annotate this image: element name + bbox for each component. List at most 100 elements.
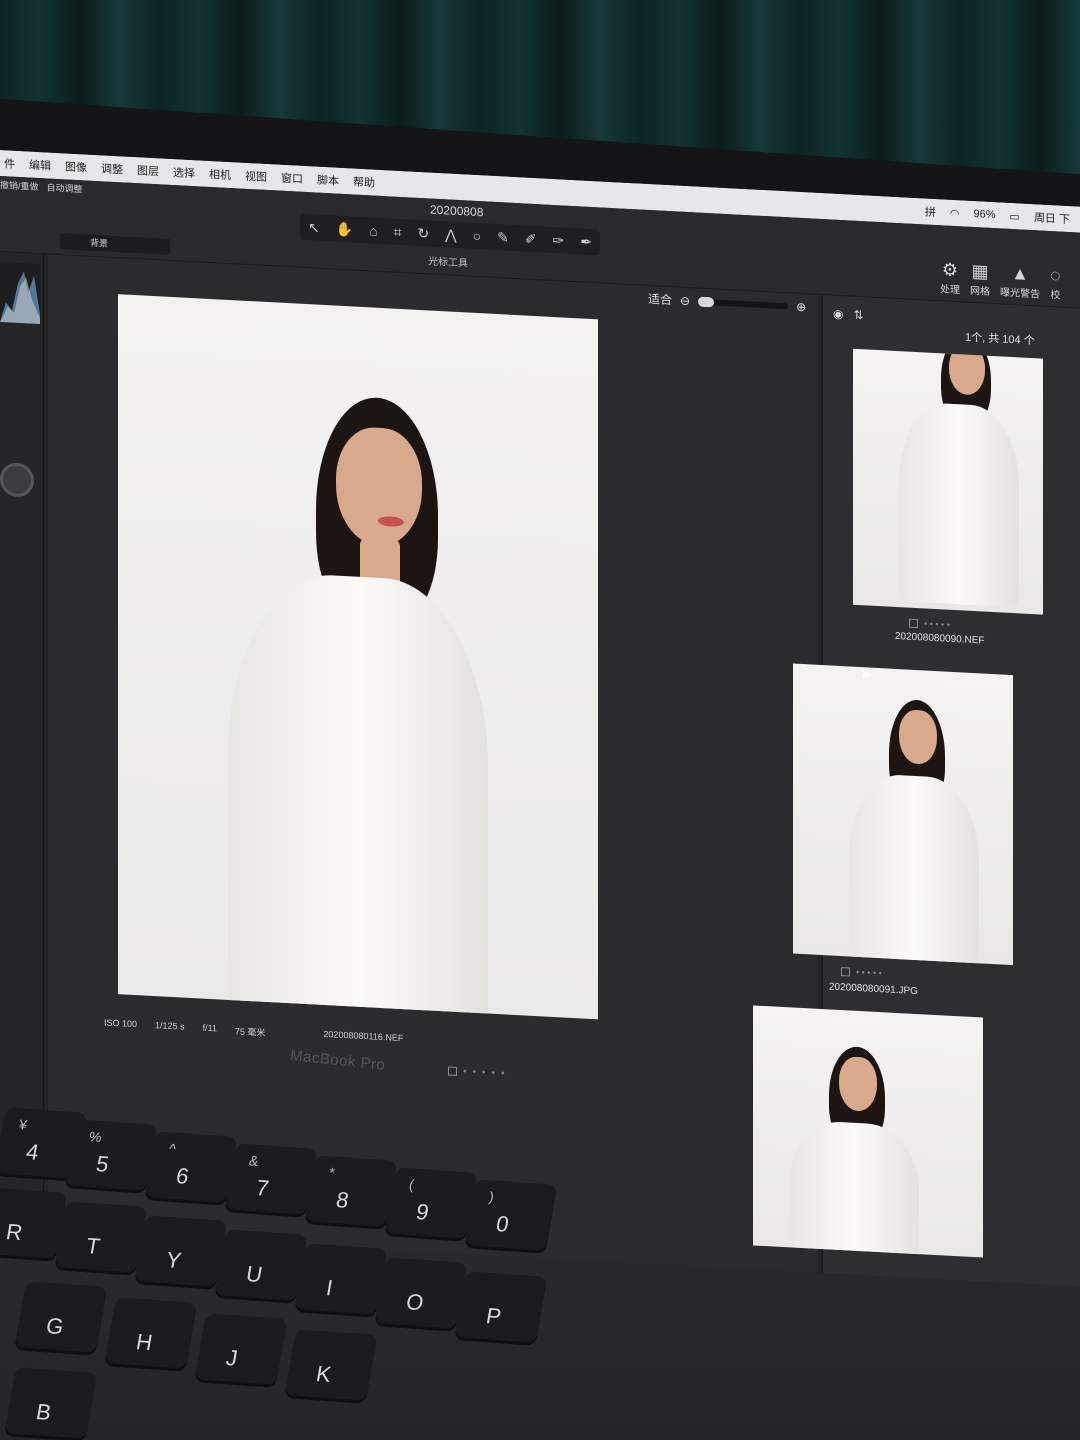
key-0[interactable]: ) 0 xyxy=(464,1179,558,1251)
rotate-tool-icon[interactable]: ↻ xyxy=(417,224,429,242)
proof-button[interactable]: ◌ 校 xyxy=(1050,265,1061,302)
crop-tool-icon[interactable]: ⌗ xyxy=(394,223,402,240)
pan-tool-icon[interactable]: ✋ xyxy=(336,220,353,238)
zoom-fit-label[interactable]: 适合 xyxy=(648,290,672,308)
key-6-sym: ^ xyxy=(167,1140,178,1157)
layer-select[interactable]: 背景 xyxy=(60,233,170,255)
proof-label: 校 xyxy=(1050,290,1061,302)
star-2[interactable]: • xyxy=(473,1067,477,1078)
key-9-sym: ( xyxy=(407,1176,416,1193)
key-7[interactable]: & 7 xyxy=(224,1143,318,1215)
picker-tool-icon[interactable]: ✎ xyxy=(497,229,509,247)
portrait-figure xyxy=(208,389,508,1020)
wifi-icon[interactable]: ◠ xyxy=(950,206,960,220)
menu-view[interactable]: 视图 xyxy=(245,168,267,185)
image-metadata: ISO 100 1/125 s f/11 75 毫米 202008080116.… xyxy=(104,1017,403,1046)
key-5[interactable]: % 5 xyxy=(64,1119,158,1191)
thumbnail-1[interactable] xyxy=(853,348,1043,615)
adjustment-dial[interactable] xyxy=(0,462,34,498)
key-y-main: Y xyxy=(164,1247,184,1274)
pointer-tool-icon[interactable]: ↖ xyxy=(308,219,320,237)
status-area: 拼 ◠ 96% ▭ 周日 下 xyxy=(925,203,1080,227)
key-o[interactable]: O xyxy=(374,1257,468,1329)
menu-script[interactable]: 脚本 xyxy=(317,172,339,189)
key-r-main: R xyxy=(4,1219,25,1246)
battery-icon[interactable]: ▭ xyxy=(1010,209,1020,223)
key-t[interactable]: T xyxy=(54,1201,148,1273)
menu-edit[interactable]: 编辑 xyxy=(29,157,51,174)
exposure-warning-label: 曝光警告 xyxy=(1000,287,1040,301)
focal-length-value: 75 毫米 xyxy=(234,1026,266,1038)
key-h[interactable]: H xyxy=(104,1297,198,1369)
menu-adjust[interactable]: 调整 xyxy=(101,160,123,177)
shutter-value: 1/125 s xyxy=(155,1020,185,1032)
histogram xyxy=(0,262,40,325)
menu-file[interactable]: 件 xyxy=(4,155,15,172)
thumbnail-1-rating: • • • • • xyxy=(909,618,950,630)
zoom-in-icon[interactable]: ⊕ xyxy=(796,299,806,314)
key-9[interactable]: (9 xyxy=(384,1167,478,1239)
thumbnail-1-name: 202008080090.NEF xyxy=(895,630,985,647)
keystone-tool-icon[interactable]: ⋀ xyxy=(445,226,456,244)
main-photo[interactable] xyxy=(118,294,598,1020)
key-6-main: 6 xyxy=(174,1163,191,1189)
input-method-icon[interactable]: 拼 xyxy=(925,203,936,220)
pen-tool-icon[interactable]: ✒ xyxy=(580,233,592,251)
cursor-tool-strip: ↖ ✋ ⌂ ⌗ ↻ ⋀ ○ ✎ ✐ ✑ ✒ xyxy=(300,213,600,256)
erase-tool-icon[interactable]: ✑ xyxy=(553,231,565,249)
star-3[interactable]: • xyxy=(482,1067,486,1078)
clock[interactable]: 周日 下 xyxy=(1034,209,1070,227)
brush-tool-icon[interactable]: ✐ xyxy=(525,230,537,248)
zoom-slider[interactable] xyxy=(698,296,789,309)
key-0-sym: ) xyxy=(487,1188,496,1205)
tool-panel xyxy=(0,252,44,1235)
key-i[interactable]: I xyxy=(294,1243,388,1315)
grid-button[interactable]: ▦ 网格 xyxy=(970,261,990,298)
key-g-main: G xyxy=(44,1313,66,1340)
spot-tool-icon[interactable]: ○ xyxy=(473,228,481,244)
key-o-main: O xyxy=(404,1289,426,1316)
undo-redo-button[interactable]: 撤销/重做 xyxy=(0,178,39,193)
key-g[interactable]: G xyxy=(14,1281,108,1353)
zoom-controls: 适合 ⊖ ⊕ xyxy=(648,290,806,315)
zoom-out-icon[interactable]: ⊖ xyxy=(680,293,690,308)
viewer-rating: • • • • • xyxy=(448,1065,505,1079)
exposure-warning-button[interactable]: ▲ 曝光警告 xyxy=(1000,262,1040,301)
auto-adjust-button[interactable]: 自动调整 xyxy=(47,180,83,195)
key-4-sym: ¥ xyxy=(17,1116,29,1133)
key-y[interactable]: Y xyxy=(134,1215,228,1287)
thumbnail-2-tag[interactable] xyxy=(841,966,850,977)
color-tag-box[interactable] xyxy=(448,1066,457,1076)
key-b[interactable]: B xyxy=(4,1367,98,1439)
key-j[interactable]: J xyxy=(194,1313,288,1385)
star-1[interactable]: • xyxy=(463,1066,467,1077)
key-5-sym: % xyxy=(87,1128,103,1146)
thumbnail-2[interactable] xyxy=(793,663,1013,966)
star-4[interactable]: • xyxy=(492,1068,496,1079)
menu-image[interactable]: 图像 xyxy=(65,158,87,175)
eye-icon[interactable]: ◉ xyxy=(833,307,843,322)
key-6[interactable]: ^ 6 xyxy=(144,1131,238,1203)
menu-camera[interactable]: 相机 xyxy=(209,166,231,183)
image-count: 1个, 共 104 个 xyxy=(965,331,1035,348)
battery-level[interactable]: 96% xyxy=(974,208,996,221)
menu-window[interactable]: 窗口 xyxy=(281,170,303,187)
process-button[interactable]: ⚙ 处理 xyxy=(940,259,960,296)
sort-icon[interactable]: ⇅ xyxy=(853,308,863,323)
history-tools: 撤销/重做 自动调整 xyxy=(0,178,83,195)
menu-layer[interactable]: 图层 xyxy=(137,162,159,179)
key-8[interactable]: * 8 xyxy=(304,1155,398,1227)
zoom-slider-knob[interactable] xyxy=(698,296,715,307)
iso-value: ISO 100 xyxy=(104,1017,138,1030)
key-p[interactable]: P xyxy=(454,1271,548,1343)
keyboard: ¥4 % 5 ^ 6 & 7 * 8 (9 ) 0 R T Y U I O P G H J… xyxy=(0,1100,1080,1440)
menu-help[interactable]: 帮助 xyxy=(353,173,375,190)
key-p-main: P xyxy=(484,1303,504,1330)
key-k[interactable]: K xyxy=(284,1329,378,1401)
key-u[interactable]: U xyxy=(214,1229,308,1301)
star-5[interactable]: • xyxy=(501,1068,505,1079)
loupe-tool-icon[interactable]: ⌂ xyxy=(369,222,377,238)
gear-icon: ⚙ xyxy=(941,259,959,281)
thumbnail-1-tag[interactable] xyxy=(909,618,918,628)
menu-select[interactable]: 选择 xyxy=(173,164,195,181)
